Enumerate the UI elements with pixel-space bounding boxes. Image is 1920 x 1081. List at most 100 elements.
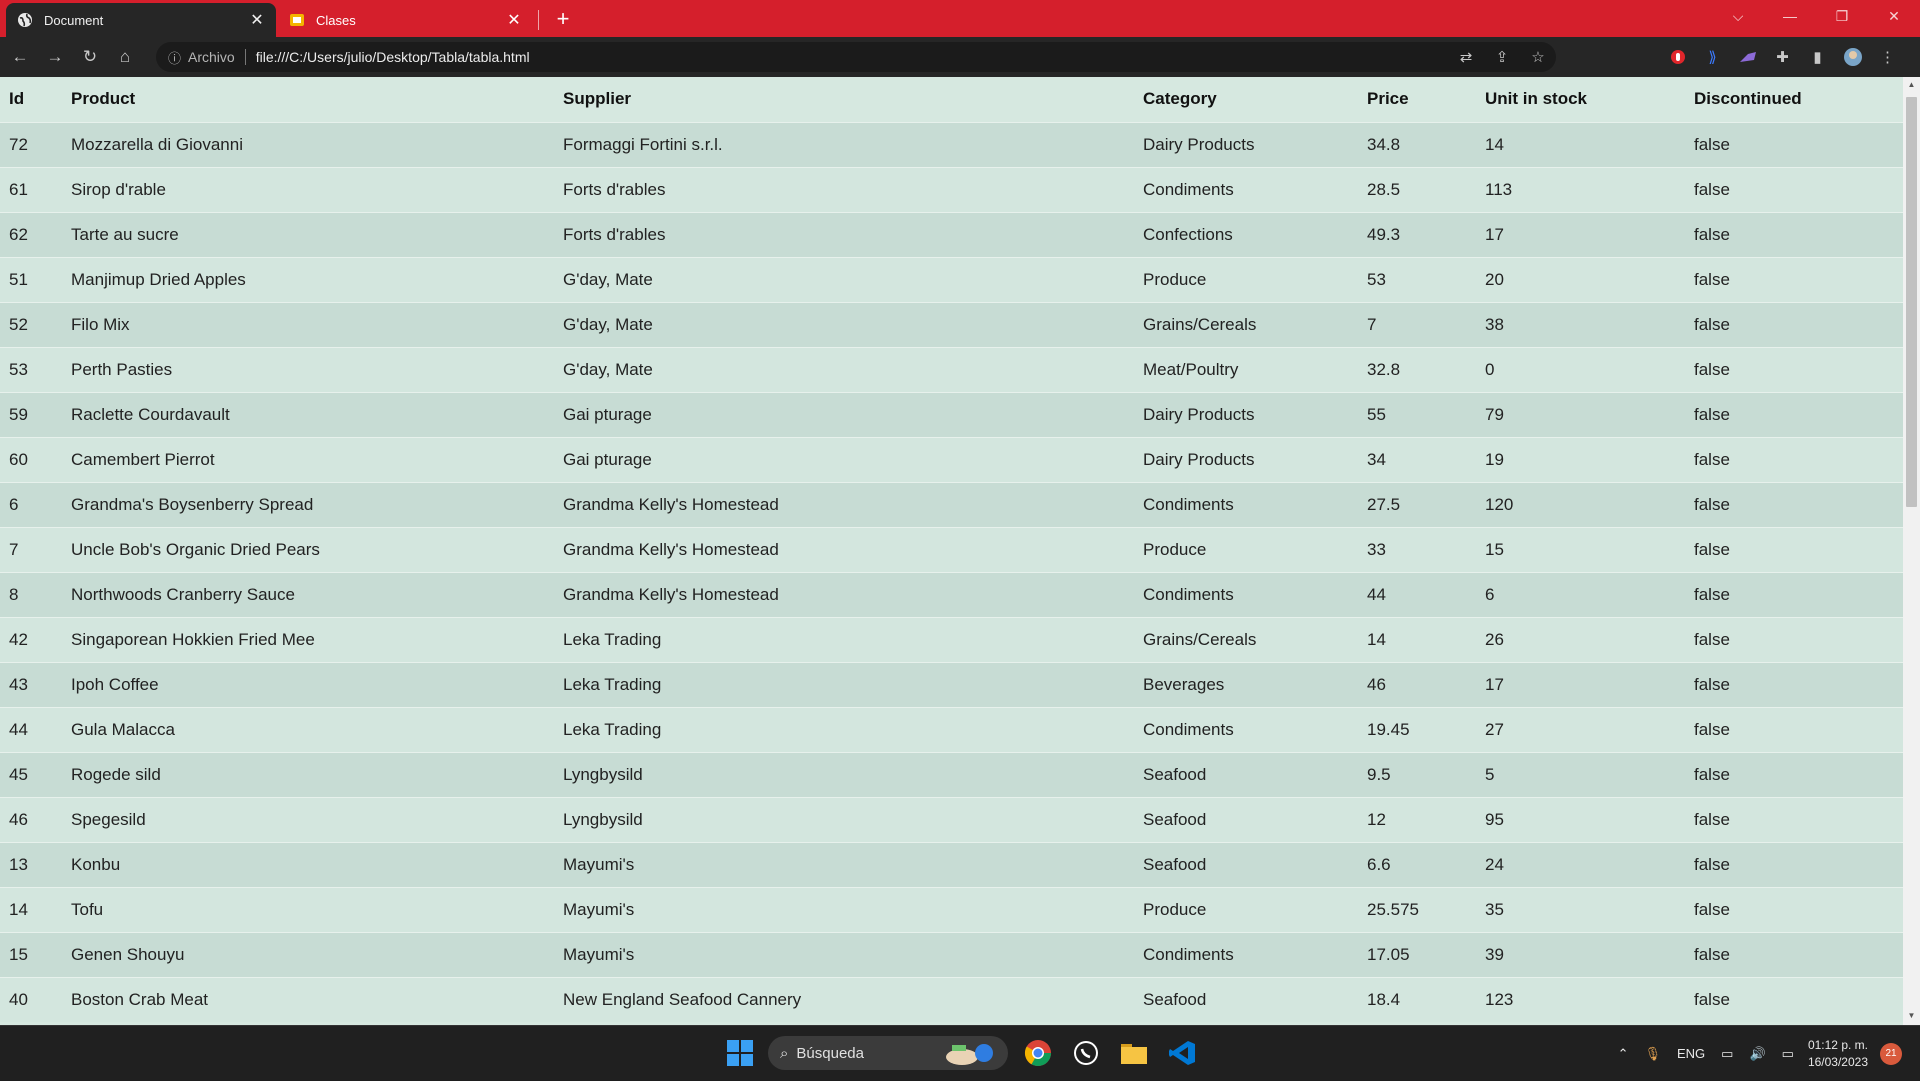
cell-supplier: Formaggi Fortini s.r.l. <box>554 121 1134 167</box>
tab-title: Document <box>44 12 104 28</box>
cell-units: 120 <box>1476 481 1685 527</box>
scroll-up-icon[interactable]: ▲ <box>1903 80 1920 94</box>
cell-supplier: G'day, Mate <box>554 256 1134 302</box>
scroll-down-icon[interactable]: ▼ <box>1903 1011 1920 1025</box>
volume-icon[interactable]: 🔊 <box>1741 1046 1773 1062</box>
address-bar[interactable]: ⓘ Archivo file:///C:/Users/julio/Desktop… <box>156 42 1556 72</box>
bookmark-star-icon[interactable]: ☆ <box>1520 48 1556 66</box>
cell-supplier: Lyngbysild <box>554 751 1134 797</box>
cell-id: 14 <box>0 886 62 932</box>
clock[interactable]: 01:12 p. m. 16/03/2023 <box>1802 1037 1880 1071</box>
taskbar: ⌕ Búsqueda ⌃ 🎙 ENG ▭ 🔊 ▭ 01:12 p. m. 16/… <box>0 1025 1920 1080</box>
new-tab-button[interactable]: + <box>550 6 576 32</box>
chevron-down-icon[interactable]: ⌵ <box>1712 0 1764 32</box>
close-window-icon[interactable]: ✕ <box>1868 0 1920 32</box>
cell-product: Boston Crab Meat <box>62 976 554 1022</box>
cell-id: 15 <box>0 931 62 977</box>
cell-price: 9.5 <box>1358 751 1476 797</box>
table-row: 53 Perth Pasties G'day, Mate Meat/Poultry 32… <box>0 346 1903 392</box>
cell-price: 12 <box>1358 796 1476 842</box>
cell-id: 45 <box>0 751 62 797</box>
whatsapp-icon[interactable] <box>1068 1035 1104 1071</box>
cell-units: 79 <box>1476 391 1685 437</box>
column-header: Category <box>1134 77 1358 122</box>
table-row: 60 Camembert Pierrot Gai pturage Dairy Prod… <box>0 436 1903 482</box>
clock-date: 16/03/2023 <box>1807 1054 1868 1069</box>
cell-product: Konbu <box>62 841 554 887</box>
file-explorer-icon[interactable] <box>1116 1035 1152 1071</box>
close-icon[interactable]: ✕ <box>248 11 266 29</box>
forward-icon[interactable]: → <box>40 42 70 72</box>
cell-category: Confections <box>1134 211 1358 257</box>
cell-product: Tarte au sucre <box>62 211 554 257</box>
cell-price: 33 <box>1358 526 1476 572</box>
close-icon[interactable]: ✕ <box>505 11 523 29</box>
minimize-icon[interactable]: — <box>1764 0 1816 32</box>
address-scheme-label: Archivo <box>188 49 235 65</box>
tab-clases[interactable]: Clases ✕ <box>278 3 533 37</box>
scrollbar-thumb[interactable] <box>1906 97 1917 507</box>
cell-units: 123 <box>1476 976 1685 1022</box>
cell-product: Manjimup Dried Apples <box>62 256 554 302</box>
chevron-up-icon[interactable]: ⌃ <box>1610 1046 1637 1062</box>
cell-category: Beverages <box>1134 661 1358 707</box>
side-panel-icon[interactable]: ▮ <box>1800 42 1835 72</box>
kebab-menu-icon[interactable]: ⋮ <box>1870 42 1905 72</box>
home-icon[interactable]: ⌂ <box>110 42 140 72</box>
vscode-icon[interactable] <box>1164 1035 1200 1071</box>
cell-product: Rogede sild <box>62 751 554 797</box>
cell-supplier: Grandma Kelly's Homestead <box>554 571 1134 617</box>
column-header: Unit in stock <box>1476 77 1685 122</box>
cell-product: Spegesild <box>62 796 554 842</box>
network-icon[interactable]: ▭ <box>1713 1046 1741 1062</box>
reload-icon[interactable]: ↻ <box>75 42 105 72</box>
extensions-area: ⟫ ✚ ▮ ⋮ <box>1660 42 1905 72</box>
cell-id: 42 <box>0 616 62 662</box>
cell-price: 34.8 <box>1358 121 1476 167</box>
avatar[interactable] <box>1835 42 1870 72</box>
cell-supplier: Leka Trading <box>554 616 1134 662</box>
cell-id: 52 <box>0 301 62 347</box>
cell-supplier: Forts d'rables <box>554 166 1134 212</box>
extension-wave-icon[interactable]: ⟫ <box>1695 42 1730 72</box>
search-icon: ⌕ <box>780 1044 789 1062</box>
puzzle-icon[interactable]: ✚ <box>1765 42 1800 72</box>
tab-document[interactable]: Document ✕ <box>6 3 276 37</box>
translate-icon[interactable]: ⇄ <box>1448 48 1484 66</box>
battery-icon[interactable]: ▭ <box>1774 1046 1802 1062</box>
extension-rocket-icon[interactable] <box>1730 42 1765 72</box>
chrome-icon[interactable] <box>1020 1035 1056 1071</box>
cell-discontinued: false <box>1685 121 1903 167</box>
cell-discontinued: false <box>1685 256 1903 302</box>
cell-discontinued: false <box>1685 661 1903 707</box>
cell-discontinued: false <box>1685 166 1903 212</box>
cell-id: 6 <box>0 481 62 527</box>
back-icon[interactable]: ← <box>5 42 35 72</box>
browser-toolbar: ← → ↻ ⌂ ⓘ Archivo file:///C:/Users/julio… <box>0 37 1920 77</box>
cell-category: Dairy Products <box>1134 391 1358 437</box>
cell-price: 32.8 <box>1358 346 1476 392</box>
extension-hand-icon[interactable] <box>1660 42 1695 72</box>
notification-badge[interactable]: 21 <box>1880 1042 1902 1065</box>
share-icon[interactable]: ⇪ <box>1484 48 1520 66</box>
microphone-icon[interactable]: 🎙 <box>1636 1046 1669 1062</box>
search-placeholder: Búsqueda <box>796 1044 864 1062</box>
cell-price: 55 <box>1358 391 1476 437</box>
taskbar-search[interactable]: ⌕ Búsqueda <box>768 1036 1008 1070</box>
cell-category: Grains/Cereals <box>1134 616 1358 662</box>
slides-icon <box>288 11 306 29</box>
cell-units: 26 <box>1476 616 1685 662</box>
cell-id: 61 <box>0 166 62 212</box>
cell-units: 35 <box>1476 886 1685 932</box>
address-url[interactable]: file:///C:/Users/julio/Desktop/Tabla/tab… <box>256 49 530 65</box>
language-indicator[interactable]: ENG <box>1669 1046 1713 1061</box>
cell-supplier: Leka Trading <box>554 661 1134 707</box>
windows-start-icon[interactable] <box>720 1033 760 1073</box>
cell-product: Sirop d'rable <box>62 166 554 212</box>
restore-icon[interactable]: ❐ <box>1816 0 1868 32</box>
info-icon[interactable]: ⓘ <box>168 48 181 67</box>
cell-supplier: G'day, Mate <box>554 346 1134 392</box>
table-row: 45 Rogede sild Lyngbysild Seafood 9.5 5 false <box>0 751 1903 797</box>
cell-units: 17 <box>1476 661 1685 707</box>
page-scrollbar[interactable]: ▲ ▼ <box>1903 77 1920 1025</box>
